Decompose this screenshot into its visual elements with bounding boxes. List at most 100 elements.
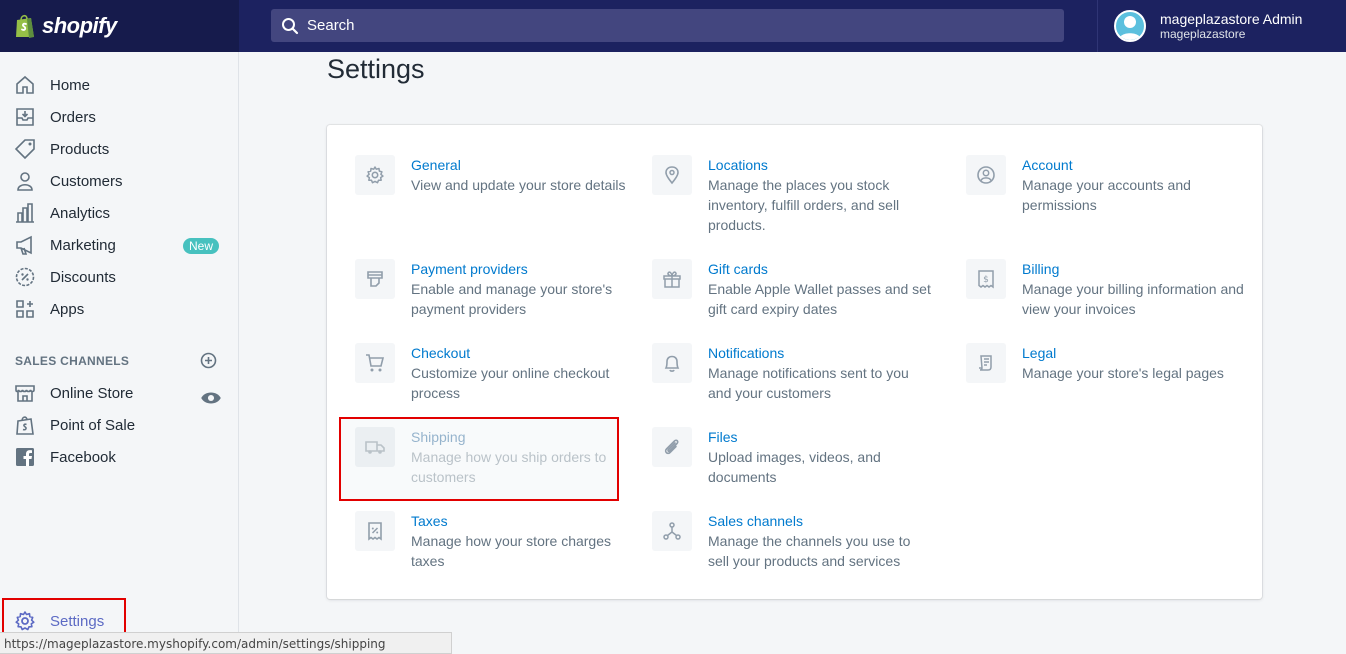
setting-icon-box xyxy=(966,343,1006,383)
user-name: mageplazastore Admin xyxy=(1160,11,1303,27)
setting-title[interactable]: Checkout xyxy=(411,343,635,363)
sidebar: Home Orders Products Customers Analytics… xyxy=(0,52,239,654)
shopify-bag-icon xyxy=(16,14,34,38)
setting-title[interactable]: Billing xyxy=(1022,259,1246,279)
sidebar-item-online-store[interactable]: Online Store xyxy=(0,377,238,409)
add-channel-icon[interactable] xyxy=(200,352,217,369)
setting-title[interactable]: Account xyxy=(1022,155,1246,175)
status-bar-url: https://mageplazastore.myshopify.com/adm… xyxy=(0,632,452,654)
tag-icon xyxy=(14,139,35,160)
setting-title[interactable]: Files xyxy=(708,427,932,447)
sidebar-item-label: Marketing xyxy=(50,236,116,254)
sidebar-item-label: Products xyxy=(50,140,110,158)
bell-icon xyxy=(664,355,680,372)
setting-icon-box xyxy=(652,155,692,195)
setting-icon-box xyxy=(355,155,395,195)
sidebar-item-label: Home xyxy=(50,76,91,94)
setting-shipping[interactable]: Shipping Manage how you ship orders to c… xyxy=(355,427,635,487)
setting-files[interactable]: Files Upload images, videos, and documen… xyxy=(652,427,932,487)
setting-description: Manage the channels you use to sell your… xyxy=(708,533,911,569)
sidebar-item-label: Facebook xyxy=(50,448,116,466)
setting-notifications[interactable]: Notifications Manage notifications sent … xyxy=(652,343,932,403)
setting-description: View and update your store details xyxy=(411,177,626,193)
new-badge: New xyxy=(183,238,220,254)
setting-taxes[interactable]: Taxes Manage how your store charges taxe… xyxy=(355,511,635,571)
store-icon xyxy=(15,385,35,402)
search-bar[interactable]: Search xyxy=(271,9,1064,42)
setting-icon-box xyxy=(652,511,692,551)
paperclip-icon xyxy=(664,439,679,455)
avatar-person-icon xyxy=(1119,16,1141,40)
megaphone-icon xyxy=(16,235,32,255)
taxes-receipt-icon xyxy=(368,522,382,541)
svg-text:$: $ xyxy=(983,275,989,285)
gear-icon xyxy=(366,166,384,184)
setting-icon-box xyxy=(966,155,1006,195)
sidebar-item-orders[interactable]: Orders xyxy=(0,101,238,133)
setting-title[interactable]: Gift cards xyxy=(708,259,932,279)
pos-bag-icon xyxy=(16,416,34,435)
setting-title[interactable]: Locations xyxy=(708,155,932,175)
top-bar: shopify Search mageplazastore Admin mage… xyxy=(0,0,1346,52)
search-input[interactable]: Search xyxy=(307,17,355,34)
setting-title[interactable]: Sales channels xyxy=(708,511,932,531)
setting-sales-channels[interactable]: Sales channels Manage the channels you u… xyxy=(652,511,932,571)
setting-title[interactable]: Taxes xyxy=(411,511,635,531)
setting-icon-box xyxy=(355,259,395,299)
avatar xyxy=(1114,10,1146,42)
sidebar-item-home[interactable]: Home xyxy=(0,69,238,101)
setting-checkout[interactable]: Checkout Customize your online checkout … xyxy=(355,343,635,403)
page-title: Settings xyxy=(327,54,425,84)
legal-document-icon xyxy=(979,355,992,371)
shopify-logo[interactable]: shopify xyxy=(0,0,239,52)
setting-description: Manage how your store charges taxes xyxy=(411,533,611,569)
setting-title[interactable]: Payment providers xyxy=(411,259,635,279)
setting-legal[interactable]: Legal Manage your store's legal pages xyxy=(966,343,1246,383)
setting-description: Customize your online checkout process xyxy=(411,365,610,401)
sidebar-item-label: Customers xyxy=(50,172,123,190)
sales-channels-title: SALES CHANNELS xyxy=(15,354,130,368)
sidebar-item-label: Analytics xyxy=(50,204,111,222)
sidebar-item-marketing[interactable]: Marketing New xyxy=(0,229,238,261)
setting-locations[interactable]: Locations Manage the places you stock in… xyxy=(652,155,932,235)
sidebar-item-facebook[interactable]: Facebook xyxy=(0,441,238,473)
setting-description: Manage how you ship orders to customers xyxy=(411,449,607,485)
setting-description: Manage the places you stock inventory, f… xyxy=(708,177,900,233)
home-icon xyxy=(16,75,34,94)
setting-description: Upload images, videos, and documents xyxy=(708,449,881,485)
facebook-icon xyxy=(16,448,34,466)
eye-icon[interactable] xyxy=(200,387,222,409)
setting-description: Manage your store's legal pages xyxy=(1022,365,1224,381)
setting-description: Enable and manage your store's payment p… xyxy=(411,281,613,317)
user-menu[interactable]: mageplazastore Admin mageplazastore xyxy=(1097,0,1346,52)
sidebar-item-analytics[interactable]: Analytics xyxy=(0,197,238,229)
settings-label: Settings xyxy=(50,612,105,630)
payment-icon xyxy=(367,271,383,287)
setting-title[interactable]: General xyxy=(411,155,626,175)
setting-title[interactable]: Notifications xyxy=(708,343,932,363)
setting-title[interactable]: Shipping xyxy=(411,427,635,447)
gift-icon xyxy=(663,271,681,288)
sidebar-item-customers[interactable]: Customers xyxy=(0,165,238,197)
setting-icon-box xyxy=(652,427,692,467)
sidebar-item-point-of-sale[interactable]: Point of Sale xyxy=(0,409,238,441)
setting-payment-providers[interactable]: Payment providers Enable and manage your… xyxy=(355,259,635,319)
setting-description: Manage your accounts and permissions xyxy=(1022,177,1191,213)
setting-billing[interactable]: $ Billing Manage your billing informatio… xyxy=(966,259,1246,319)
sidebar-item-products[interactable]: Products xyxy=(0,133,238,165)
discount-icon xyxy=(15,267,35,287)
sidebar-item-discounts[interactable]: Discounts xyxy=(0,261,238,293)
setting-account[interactable]: Account Manage your accounts and permiss… xyxy=(966,155,1246,215)
location-pin-icon xyxy=(665,166,679,185)
channels-icon xyxy=(663,522,681,540)
setting-gift-cards[interactable]: Gift cards Enable Apple Wallet passes an… xyxy=(652,259,932,319)
sidebar-item-apps[interactable]: Apps xyxy=(0,293,238,325)
logo-text: shopify xyxy=(42,13,117,38)
setting-icon-box xyxy=(355,343,395,383)
settings-card: General View and update your store detai… xyxy=(327,125,1262,599)
setting-icon-box: $ xyxy=(966,259,1006,299)
sidebar-item-label: Apps xyxy=(50,300,85,318)
setting-icon-box xyxy=(652,343,692,383)
setting-title[interactable]: Legal xyxy=(1022,343,1224,363)
setting-general[interactable]: General View and update your store detai… xyxy=(355,155,635,195)
